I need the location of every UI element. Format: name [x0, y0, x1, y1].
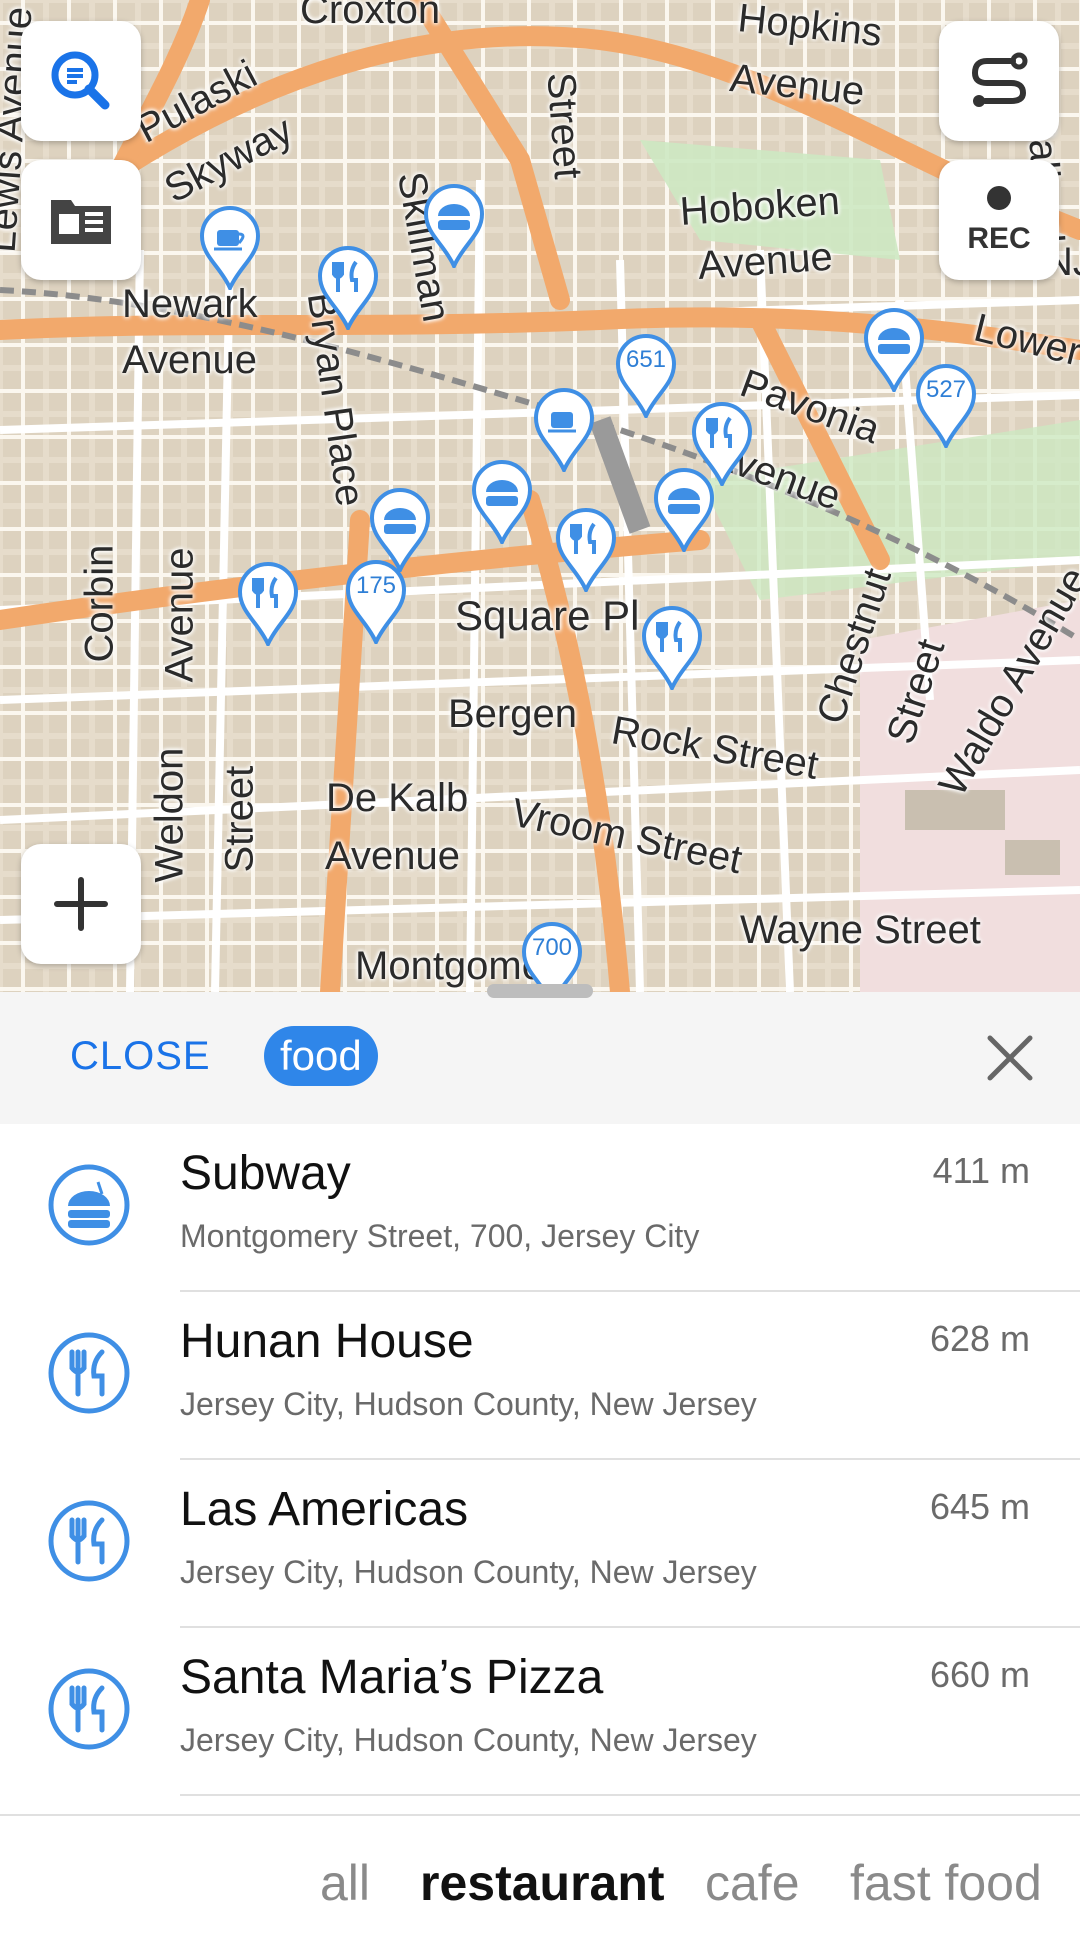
fast-food-pin[interactable]	[652, 466, 716, 555]
restaurant-pin[interactable]	[316, 244, 380, 333]
restaurant-pin[interactable]	[554, 506, 618, 595]
restaurant-icon	[48, 1332, 130, 1414]
cafe-pin[interactable]	[198, 204, 262, 293]
street-label: Avenue	[696, 234, 835, 288]
poi-pin-651[interactable]: 651	[614, 332, 678, 421]
street-label: Street	[217, 765, 262, 873]
result-title: Santa Maria’s Pizza	[180, 1651, 604, 1704]
cafe-pin[interactable]	[532, 386, 596, 475]
street-label: Croxton	[300, 0, 441, 32]
restaurant-icon	[48, 1668, 130, 1750]
poi-pin-700[interactable]: 700	[520, 920, 584, 992]
result-address: Jersey City, Hudson County, New Jersey	[180, 1386, 757, 1422]
restaurant-pin-icon	[317, 246, 379, 333]
list-item[interactable]: Las Americas Jersey City, Hudson County,…	[0, 1460, 1080, 1628]
divider	[180, 1794, 1080, 1796]
poi-pin-527[interactable]: 527	[914, 362, 978, 451]
filter-cafe[interactable]: cafe	[705, 1854, 800, 1912]
result-distance: 411 m	[932, 1150, 1030, 1191]
fast-food-icon	[48, 1164, 130, 1246]
search-results-panel: CLOSE food Subway Montgomery Street, 700…	[0, 984, 1080, 1946]
street-label: Square Pl	[455, 592, 640, 639]
search-toolbar: CLOSE food	[0, 992, 1080, 1124]
pin-shape	[615, 334, 677, 421]
cafe-pin-icon	[533, 388, 595, 475]
pin-count: 651	[625, 346, 667, 373]
street-label: Avenue	[325, 834, 460, 878]
street-label: Avenue	[157, 547, 202, 683]
pin-count: 527	[925, 376, 967, 403]
route-icon	[971, 52, 1028, 107]
result-title: Subway	[180, 1147, 351, 1200]
result-distance: 628 m	[929, 1318, 1030, 1359]
pin-count: 175	[355, 572, 397, 599]
list-item[interactable]: Subway Montgomery Street, 700, Jersey Ci…	[0, 1124, 1080, 1292]
result-title: Hunan House	[180, 1315, 474, 1368]
category-filter-bar: all restaurant cafe fast food	[0, 1814, 1080, 1946]
result-distance: 645 m	[929, 1486, 1030, 1527]
drag-handle[interactable]	[487, 984, 593, 998]
cafe-pin-icon	[199, 206, 261, 293]
plus-icon	[54, 877, 108, 931]
result-address: Montgomery Street, 700, Jersey City	[180, 1218, 700, 1254]
street-label: Corbin	[77, 544, 122, 663]
restaurant-pin-icon	[237, 562, 299, 649]
street-label: Wayne Street	[740, 908, 981, 952]
fast-food-pin-icon	[471, 460, 533, 547]
record-button[interactable]: REC	[939, 160, 1059, 280]
street-label: Avenue	[122, 338, 257, 382]
fast-food-pin[interactable]	[470, 458, 534, 547]
list-item[interactable]: Santa Maria’s Pizza Jersey City, Hudson …	[0, 1628, 1080, 1796]
map-view[interactable]: Croxton Hopkins Avenue Pulaski Skyway Ho…	[0, 0, 1080, 992]
street-label: Weldon	[147, 747, 192, 883]
restaurant-pin[interactable]	[640, 604, 704, 693]
restaurant-pin-icon	[555, 508, 617, 595]
list-item[interactable]: Hunan House Jersey City, Hudson County, …	[0, 1292, 1080, 1460]
street-label: De Kalb	[326, 776, 469, 820]
result-address: Jersey City, Hudson County, New Jersey	[180, 1554, 757, 1590]
street-label: Street	[538, 70, 590, 181]
route-button[interactable]	[939, 21, 1059, 141]
result-address: Jersey City, Hudson County, New Jersey	[180, 1722, 757, 1758]
search-icon	[51, 51, 110, 110]
street-label: Bergen	[448, 692, 577, 736]
fast-food-pin[interactable]	[422, 182, 486, 271]
filter-fast-food[interactable]: fast food	[850, 1854, 1042, 1912]
zoom-in-button[interactable]	[21, 844, 141, 964]
pin-shape	[915, 364, 977, 451]
result-title: Las Americas	[180, 1483, 469, 1536]
query-chip[interactable]: food	[264, 1026, 378, 1086]
restaurant-icon	[48, 1500, 130, 1582]
fast-food-pin-icon	[653, 468, 715, 555]
record-dot-icon	[987, 186, 1011, 210]
map-layers-icon	[51, 200, 111, 244]
search-button[interactable]	[21, 21, 141, 141]
fast-food-pin-icon	[423, 184, 485, 271]
result-distance: 660 m	[929, 1654, 1030, 1695]
close-button[interactable]: CLOSE	[70, 1034, 211, 1079]
pin-shape	[345, 560, 407, 647]
filter-all[interactable]: all	[320, 1854, 370, 1912]
clear-search-icon[interactable]	[984, 1032, 1036, 1084]
restaurant-pin-icon	[641, 606, 703, 693]
map-layers-button[interactable]	[21, 160, 141, 280]
poi-pin-175[interactable]: 175	[344, 558, 408, 647]
record-label: REC	[967, 222, 1031, 255]
filter-restaurant[interactable]: restaurant	[420, 1854, 665, 1912]
restaurant-pin[interactable]	[236, 560, 300, 649]
pin-count: 700	[531, 934, 573, 961]
